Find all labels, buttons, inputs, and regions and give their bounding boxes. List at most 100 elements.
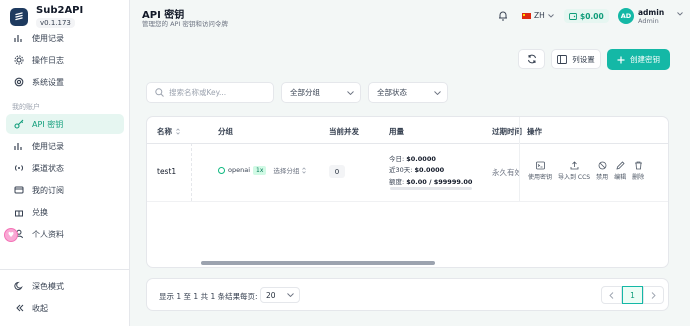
- sidebar-item-usage[interactable]: 使用记录: [6, 136, 124, 156]
- chevron-down-icon: [547, 13, 554, 18]
- usage-today-value: $0.0000: [406, 155, 436, 163]
- search-input[interactable]: [169, 88, 269, 97]
- group-select-label: 选择分组: [273, 167, 300, 175]
- create-key-label: 创建密钥: [630, 55, 660, 64]
- chart-icon: [14, 35, 22, 42]
- column-header-name[interactable]: 名称: [157, 125, 180, 137]
- sidebar-item-profile[interactable]: 个人资料: [6, 224, 124, 244]
- action-label: 导入到 CCS: [558, 174, 591, 181]
- sidebar-item-system-settings[interactable]: 系统设置: [6, 72, 124, 92]
- refresh-icon: [527, 54, 536, 64]
- sidebar-item-label: 渠道状态: [32, 163, 64, 173]
- row-divider: [147, 201, 668, 202]
- sidebar-item-channel-status[interactable]: 渠道状态: [6, 158, 124, 178]
- multiplier-badge: 1x: [253, 165, 267, 175]
- per-page-select[interactable]: 20: [260, 287, 300, 303]
- column-settings-button[interactable]: 列设置: [551, 49, 601, 69]
- pagination-info: 显示 1 至 1 共 1 条结果: [159, 292, 241, 301]
- collapse-sidebar-button[interactable]: 收起: [6, 298, 124, 318]
- disable-button[interactable]: 禁用: [596, 161, 608, 181]
- row-actions: 使用密钥 导入到 CCS 禁用 编辑 删除: [528, 161, 644, 181]
- create-key-button[interactable]: 创建密钥: [607, 49, 670, 70]
- action-label: 禁用: [596, 174, 609, 181]
- sidebar-item-label: 兑换: [32, 207, 48, 217]
- group-select[interactable]: 选择分组: [273, 165, 307, 175]
- sidebar-item-label: 使用记录: [32, 141, 64, 151]
- columns-icon: [557, 54, 568, 64]
- sidebar-item-redeem[interactable]: 兑换: [6, 202, 124, 222]
- card-icon: [14, 186, 24, 194]
- openai-icon: [218, 166, 225, 174]
- pencil-icon: [616, 161, 625, 170]
- search-icon: [155, 88, 164, 97]
- sidebar-divider: [0, 269, 130, 270]
- floating-helper-avatar[interactable]: ♥: [4, 228, 18, 242]
- row-group[interactable]: openai 1x 选择分组: [218, 165, 307, 175]
- quota-value: $0.00 / $99999.00: [406, 178, 473, 186]
- per-page-label: 每页:: [240, 292, 258, 301]
- group-name: openai: [228, 166, 251, 174]
- column-settings-label: 列设置: [572, 54, 595, 64]
- user-role: Admin: [638, 17, 659, 25]
- sidebar-item-label: 系统设置: [32, 77, 64, 87]
- usage-30d: 近30天: $0.0000: [389, 164, 444, 174]
- sidebar-item-usage-records[interactable]: 使用记录: [6, 28, 124, 48]
- status-filter-value: 全部状态: [377, 88, 407, 97]
- actions-cell: 使用密钥 导入到 CCS 禁用 编辑 删除: [520, 144, 668, 201]
- status-filter-select[interactable]: 全部状态: [368, 82, 448, 103]
- delete-button[interactable]: 删除: [632, 161, 644, 181]
- sidebar-item-label: API 密钥: [32, 119, 64, 129]
- settings-icon: [14, 77, 24, 87]
- next-page-button[interactable]: [643, 286, 664, 304]
- upload-icon: [570, 161, 578, 170]
- user-avatar[interactable]: AD: [618, 8, 634, 24]
- search-box[interactable]: [146, 82, 274, 103]
- language-switcher[interactable]: ZH: [522, 11, 554, 20]
- ban-icon: [598, 161, 607, 170]
- refresh-button[interactable]: [518, 49, 545, 69]
- use-key-button[interactable]: 使用密钥: [528, 161, 552, 181]
- nav-bottom: 深色模式 收起: [6, 276, 124, 320]
- user-name[interactable]: admin: [638, 8, 664, 17]
- import-ccs-button[interactable]: 导入到 CCS: [558, 161, 590, 181]
- page-button-current[interactable]: 1: [622, 286, 643, 304]
- group-filter-select[interactable]: 全部分组: [281, 82, 361, 103]
- dark-mode-toggle[interactable]: 深色模式: [6, 276, 124, 296]
- column-header-actions: 操作: [527, 125, 668, 137]
- sidebar-item-label: 深色模式: [32, 281, 64, 291]
- sidebar-item-subscriptions[interactable]: 我的订阅: [6, 180, 124, 200]
- chevron-down-icon[interactable]: [677, 12, 683, 16]
- sidebar-item-operation-logs[interactable]: 操作日志: [6, 50, 124, 70]
- version-badge: v0.1.173: [36, 18, 75, 28]
- balance-badge[interactable]: $0.00: [564, 9, 609, 23]
- action-label: 使用密钥: [528, 174, 553, 181]
- column-header-usage: 用量: [389, 126, 404, 136]
- expires-value: 永久有效: [492, 168, 522, 177]
- edit-button[interactable]: 编辑: [614, 161, 626, 181]
- brand[interactable]: Sub2API v0.1.173: [10, 5, 83, 28]
- gear-icon: [14, 55, 24, 65]
- collapse-icon: [16, 304, 24, 312]
- group-filter-value: 全部分组: [290, 88, 320, 97]
- china-flag-icon: [522, 12, 531, 19]
- quota: 额度: $0.00 / $99999.00: [389, 176, 472, 186]
- action-label: 编辑: [614, 174, 627, 181]
- prev-page-button[interactable]: [601, 286, 622, 304]
- concurrency-value: 0: [329, 165, 345, 178]
- usage-today-label: 今日:: [389, 155, 407, 163]
- sidebar-item-label: 我的订阅: [32, 185, 64, 195]
- logo-icon: [10, 7, 28, 26]
- sort-icon: [176, 127, 180, 135]
- chevron-down-icon: [347, 90, 354, 95]
- usage-today: 今日: $0.0000: [389, 153, 436, 163]
- horizontal-scrollbar[interactable]: [201, 261, 435, 265]
- sidebar-item-label: 操作日志: [32, 55, 64, 65]
- language-label: ZH: [534, 11, 545, 20]
- chevron-right-icon: [651, 291, 656, 299]
- usage-30d-value: $0.0000: [414, 166, 445, 174]
- chevron-down-icon: [434, 90, 441, 95]
- quota-progress-bar: [390, 187, 472, 190]
- action-label: 删除: [632, 174, 645, 181]
- bell-icon[interactable]: [498, 10, 508, 23]
- sidebar-item-api-keys[interactable]: API 密钥: [6, 114, 124, 134]
